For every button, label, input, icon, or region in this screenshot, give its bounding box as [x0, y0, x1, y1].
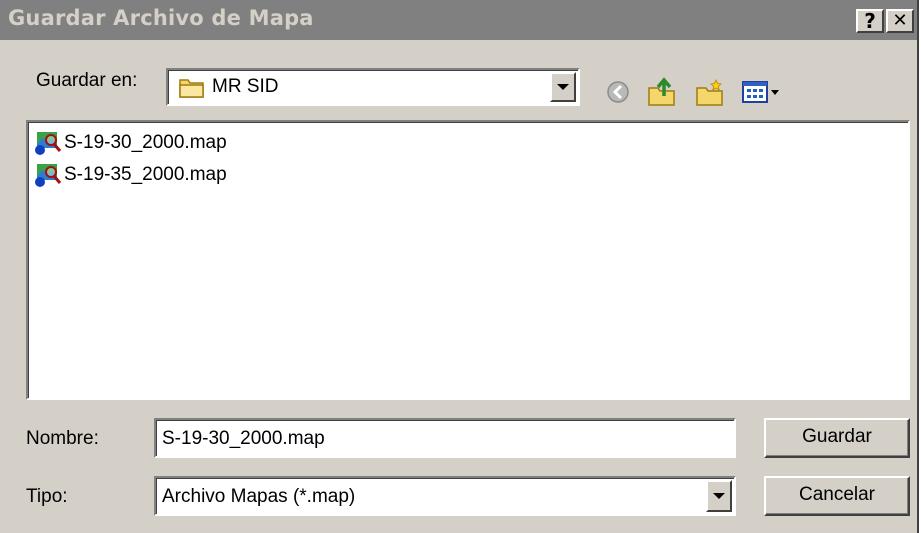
- up-folder-icon: [648, 77, 675, 106]
- list-item[interactable]: S-19-30_2000.map: [32, 130, 312, 156]
- filetype-value: Archivo Mapas (*.map): [162, 486, 356, 507]
- map-file-icon: [34, 162, 64, 194]
- back-icon: [607, 81, 629, 103]
- new-folder-button[interactable]: [694, 74, 726, 110]
- close-icon: ✕: [892, 10, 908, 31]
- cancel-button[interactable]: Cancelar: [764, 476, 910, 516]
- back-button[interactable]: [604, 74, 634, 110]
- help-icon: ?: [864, 9, 876, 33]
- save-in-label: Guardar en:: [36, 70, 138, 91]
- file-name: S-19-30_2000.map: [64, 132, 227, 153]
- view-menu-icon: [742, 81, 779, 103]
- save-in-dropdown-button[interactable]: [550, 72, 576, 102]
- view-menu-button[interactable]: [740, 74, 792, 110]
- help-button[interactable]: ?: [856, 9, 884, 33]
- list-item[interactable]: S-19-35_2000.map: [32, 162, 312, 188]
- filetype-label: Tipo:: [26, 486, 68, 507]
- save-map-dialog: Guardar Archivo de Mapa ? ✕ Guardar en: …: [0, 0, 919, 533]
- chevron-down-icon: [557, 84, 569, 90]
- up-folder-button[interactable]: [646, 74, 678, 110]
- filename-label: Nombre:: [26, 428, 99, 449]
- close-button[interactable]: ✕: [886, 9, 914, 33]
- filetype-dropdown-button[interactable]: [706, 480, 732, 512]
- filetype-dropdown[interactable]: Archivo Mapas (*.map): [154, 476, 736, 516]
- file-list[interactable]: S-19-30_2000.map S-19-35_2000.map: [26, 120, 910, 400]
- chevron-down-icon: [713, 493, 725, 499]
- save-button[interactable]: Guardar: [764, 418, 910, 458]
- folder-icon: [178, 75, 206, 104]
- file-name: S-19-35_2000.map: [64, 164, 227, 185]
- filename-value: S-19-30_2000.map: [162, 428, 325, 449]
- save-in-value: MR SID: [212, 76, 279, 97]
- map-file-icon: [34, 130, 64, 162]
- title-bar[interactable]: Guardar Archivo de Mapa ? ✕: [0, 0, 917, 40]
- window-title: Guardar Archivo de Mapa: [8, 6, 314, 30]
- new-folder-icon: [696, 78, 723, 106]
- save-in-dropdown[interactable]: MR SID: [166, 68, 580, 106]
- filename-field[interactable]: S-19-30_2000.map: [154, 418, 736, 458]
